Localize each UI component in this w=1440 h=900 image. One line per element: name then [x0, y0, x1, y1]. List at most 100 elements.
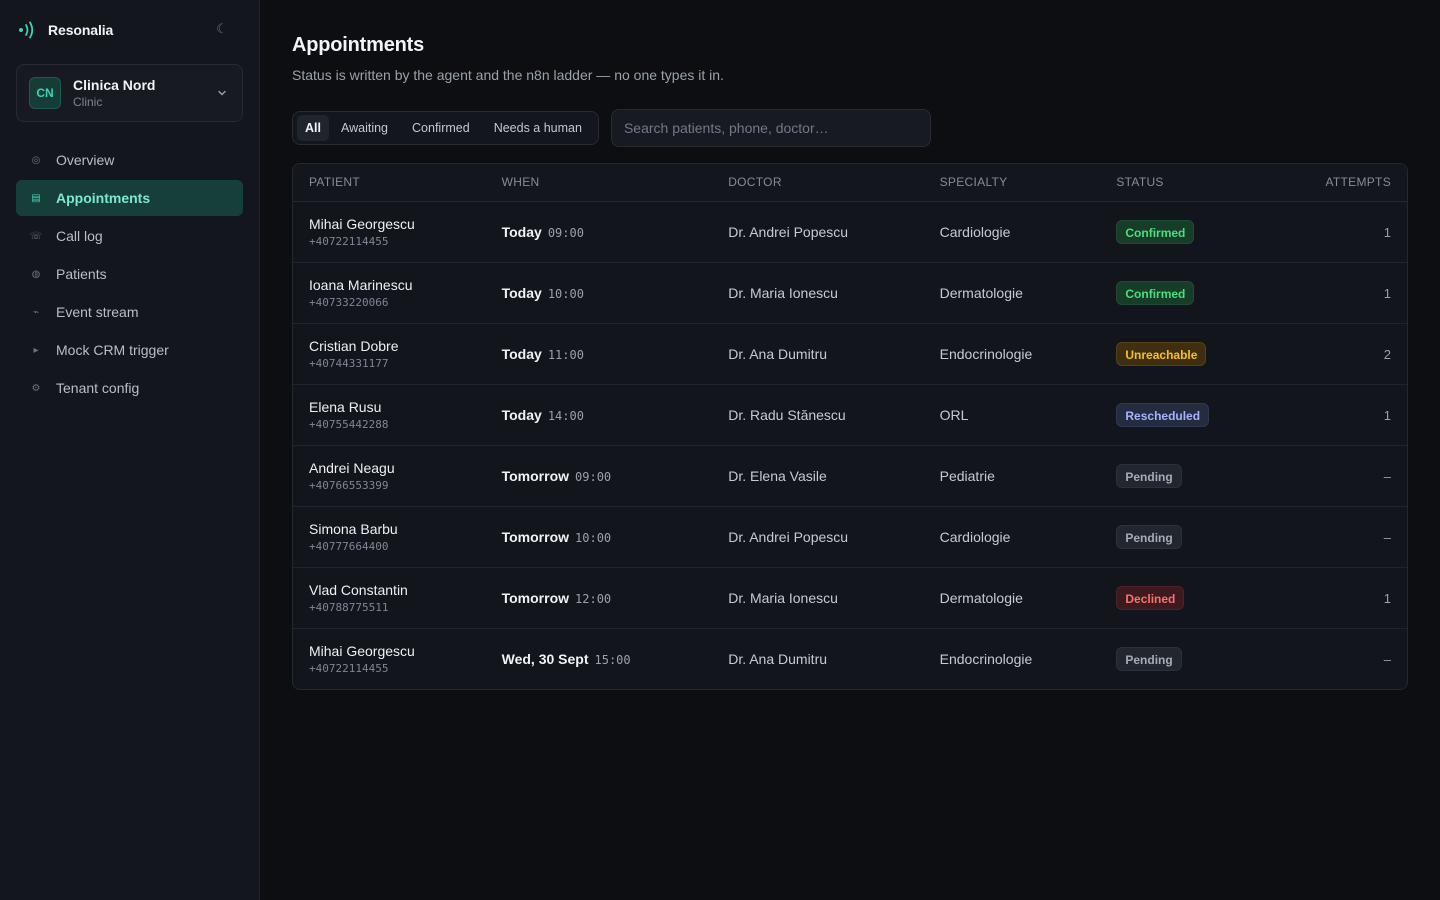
status-cell: Pending: [1100, 506, 1241, 568]
specialty-cell: Cardiologie: [923, 506, 1101, 568]
tab-confirmed[interactable]: Confirmed: [400, 115, 482, 141]
status-badge: Pending: [1116, 524, 1182, 549]
sidebar-item-mock-crm-trigger[interactable]: ▸ Mock CRM trigger: [16, 332, 243, 368]
when-cell: Tomorrow 12:00: [485, 567, 713, 629]
doctor-cell: Dr. Elena Vasile: [712, 445, 924, 507]
appointment-day: Tomorrow: [501, 528, 570, 545]
patient-cell: Simona Barbu +40777664400: [293, 506, 486, 568]
list-icon: ▤: [31, 192, 41, 204]
tab-all[interactable]: All: [297, 115, 329, 141]
patient-name: Cristian Dobre: [309, 337, 399, 354]
tab-awaiting[interactable]: Awaiting: [329, 115, 400, 141]
patient-phone: +40755442288: [309, 417, 389, 431]
table-row[interactable]: Mihai Georgescu +40722114455 Today 09:00 Dr.…: [293, 201, 1407, 263]
appointment-day: Wed, 30 Sept: [501, 650, 589, 667]
patient-cell: Ioana Marinescu +40733220066: [293, 262, 486, 324]
appointment-day: Today: [501, 345, 542, 362]
status-cell: Unreachable: [1100, 323, 1241, 385]
table-row[interactable]: Cristian Dobre +40744331177 Today 11:00 Dr. …: [293, 323, 1407, 385]
target-icon: ◎: [31, 154, 41, 166]
sidebar-item-label: Overview: [56, 152, 115, 168]
patient-phone: +40722114455: [309, 234, 389, 248]
appointment-time: 12:00: [575, 591, 612, 606]
appointment-day: Today: [501, 284, 542, 301]
sidebar-nav: ◎ Overview ▤ Appointments ☏ Call log ◍ Patients…: [16, 142, 243, 406]
status-badge: Declined: [1116, 585, 1185, 610]
sidebar-item-overview[interactable]: ◎ Overview: [16, 142, 243, 178]
table-row[interactable]: Simona Barbu +40777664400 Tomorrow 10:00 Dr.…: [293, 506, 1407, 568]
specialty-cell: Pediatrie: [923, 445, 1101, 507]
when-cell: Today 14:00: [485, 384, 713, 446]
moon-icon: ☾: [216, 21, 228, 36]
table-row[interactable]: Mihai Georgescu +40722114455 Wed, 30 Sept 1…: [293, 628, 1407, 689]
patient-name: Mihai Georgescu: [309, 642, 415, 659]
appointment-day: Tomorrow: [501, 467, 570, 484]
appointment-time: 09:00: [547, 225, 584, 240]
attempts-cell: –: [1240, 506, 1407, 568]
when-cell: Tomorrow 10:00: [485, 506, 713, 568]
attempts-cell: –: [1240, 445, 1407, 507]
sidebar-item-tenant-config[interactable]: ⚙ Tenant config: [16, 370, 243, 406]
specialty-cell: Endocrinologie: [939, 650, 1033, 667]
status-cell: Confirmed: [1100, 262, 1241, 324]
attempts-count: –: [1383, 529, 1391, 545]
status-badge: Pending: [1116, 463, 1182, 488]
sidebar-item-event-stream[interactable]: ⌁ Event stream: [16, 294, 243, 330]
table-row[interactable]: Elena Rusu +40755442288 Today 14:00 Dr. Radu…: [293, 384, 1407, 446]
sidebar-item-call-log[interactable]: ☏ Call log: [16, 218, 243, 254]
page-subtitle: Status is written by the agent and the n…: [292, 67, 724, 83]
patient-name: Vlad Constantin: [309, 581, 408, 598]
sidebar-item-label: Call log: [56, 228, 103, 244]
appointment-time: 11:00: [547, 347, 584, 362]
sidebar-item-appointments[interactable]: ▤ Appointments: [16, 180, 243, 216]
column-header-specialty[interactable]: Specialty: [923, 164, 1101, 202]
table-header: Patient When Doctor Specialty Status Attempts: [293, 164, 1407, 202]
play-icon: ▸: [33, 344, 39, 356]
table-row[interactable]: Andrei Neagu +40766553399 Tomorrow 09:00 Dr.…: [293, 445, 1407, 507]
chevron-down-icon: [218, 90, 226, 96]
tenant-switcher[interactable]: CN Clinica Nord Clinic: [16, 64, 243, 122]
search-input[interactable]: [610, 109, 931, 147]
doctor-cell: Dr. Andrei Popescu: [712, 201, 924, 263]
attempts-cell: 1: [1240, 384, 1407, 446]
app-name: Resonalia: [48, 22, 114, 38]
column-header-attempts[interactable]: Attempts: [1240, 164, 1407, 202]
users-icon: ◍: [31, 268, 41, 280]
column-header-when[interactable]: When: [485, 164, 713, 202]
doctor-cell: Dr. Maria Ionescu: [712, 262, 924, 324]
phone-icon: ☏: [29, 230, 43, 242]
page-title: Appointments: [292, 34, 425, 56]
appointments-table: Patient When Doctor Specialty Status Attempts…: [292, 163, 1408, 690]
specialty-cell: Endocrinologie: [923, 323, 1101, 385]
appointment-time: 15:00: [594, 652, 631, 667]
attempts-cell: –: [1240, 628, 1407, 689]
signal-icon: [19, 21, 34, 39]
patient-name: Elena Rusu: [309, 398, 382, 415]
status-cell: Declined: [1100, 567, 1241, 629]
brand[interactable]: Resonalia: [16, 0, 243, 60]
table-row[interactable]: Ioana Marinescu +40733220066 Today 10:00 Dr.…: [293, 262, 1407, 324]
tenant-avatar: CN: [29, 77, 61, 109]
doctor-cell: Dr. Maria Ionescu: [712, 567, 924, 629]
when-cell: Tomorrow 09:00: [485, 445, 713, 507]
patient-name: Simona Barbu: [309, 520, 398, 537]
theme-toggle-button[interactable]: ☾: [213, 20, 231, 38]
stream-icon: ⌁: [32, 306, 40, 318]
attempts-count: 1: [1383, 285, 1391, 301]
patient-cell: Vlad Constantin +40788775511: [293, 567, 486, 629]
status-filter-tabs: All Awaiting Confirmed Needs a human: [292, 111, 599, 145]
tab-needs-a-human[interactable]: Needs a human: [482, 115, 594, 141]
patient-phone: +40766553399: [309, 478, 389, 492]
patient-name: Mihai Georgescu: [309, 215, 415, 232]
sidebar-item-patients[interactable]: ◍ Patients: [16, 256, 243, 292]
specialty-cell: Dermatologie: [923, 567, 1101, 629]
column-header-patient[interactable]: Patient: [293, 164, 486, 202]
column-header-status[interactable]: Status: [1100, 164, 1241, 202]
table-row[interactable]: Vlad Constantin +40788775511 Tomorrow 12:00…: [293, 567, 1407, 629]
gear-icon: ⚙: [31, 382, 41, 394]
column-header-doctor[interactable]: Doctor: [712, 164, 924, 202]
doctor-cell: Dr. Ana Dumitru: [728, 650, 828, 667]
status-badge: Rescheduled: [1116, 402, 1210, 427]
attempts-count: 1: [1383, 407, 1391, 423]
status-badge: Confirmed: [1116, 280, 1195, 305]
